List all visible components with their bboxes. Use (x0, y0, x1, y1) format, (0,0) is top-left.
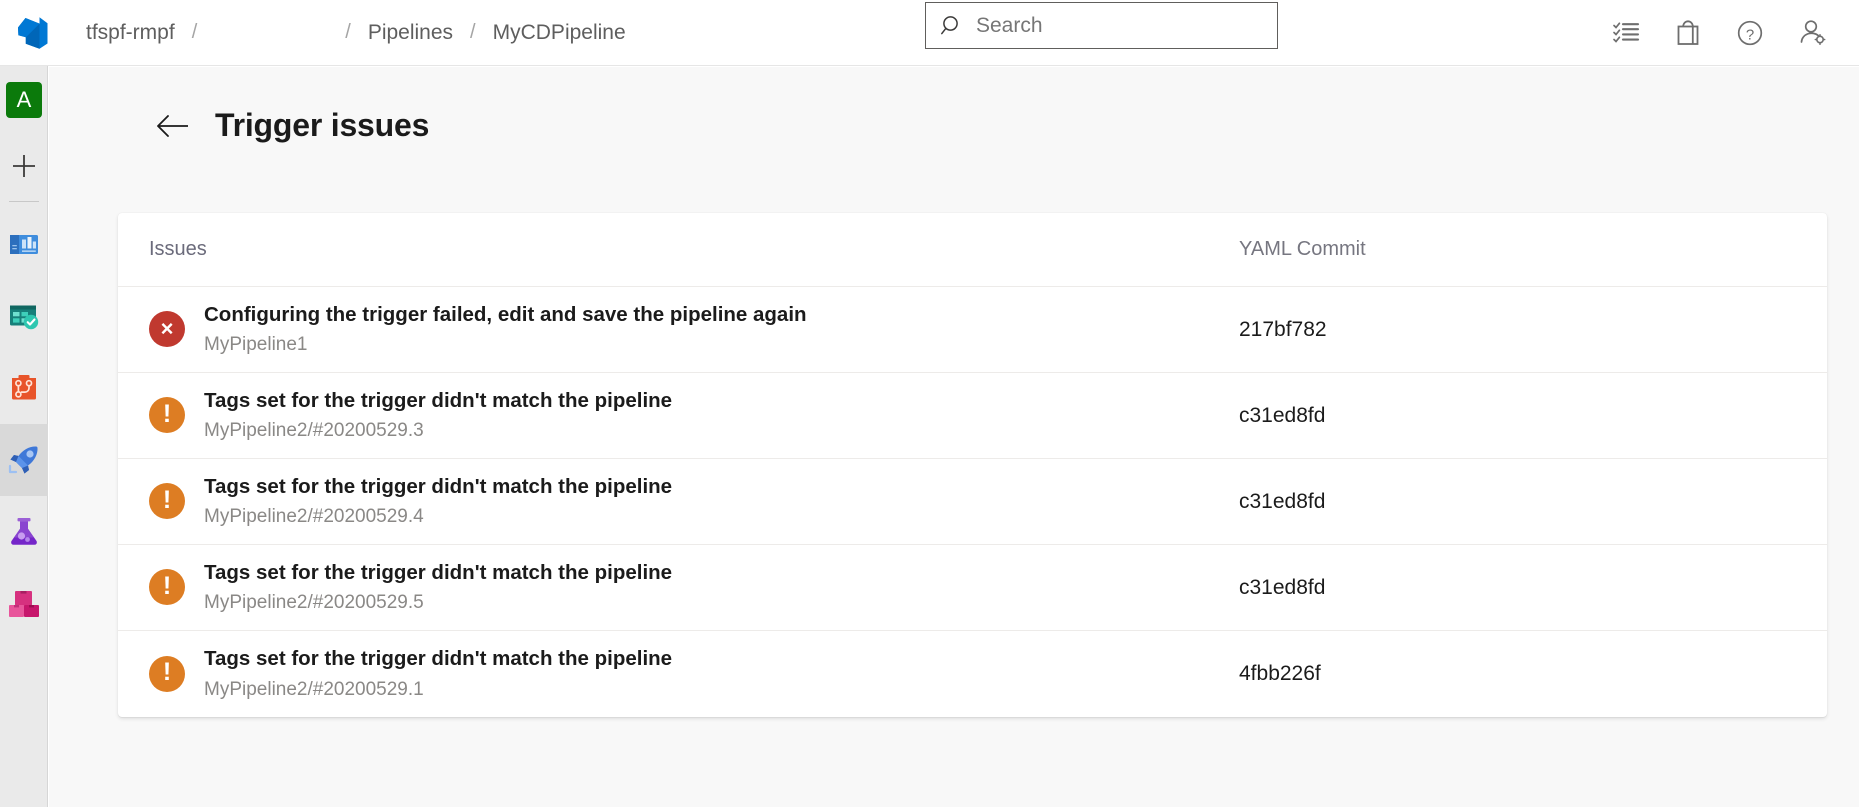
issue-pipeline-reference: MyPipeline2/#20200529.5 (204, 591, 672, 616)
sidebar-item-pipelines[interactable] (0, 424, 48, 496)
table-row[interactable]: ! Tags set for the trigger didn't match t… (118, 631, 1827, 717)
table-row[interactable]: ! Tags set for the trigger didn't match t… (118, 545, 1827, 631)
yaml-commit-cell: 4fbb226f (1215, 662, 1827, 686)
issue-text-group: Tags set for the trigger didn't match th… (204, 387, 672, 444)
pipelines-rocket-icon (6, 442, 42, 478)
test-plans-flask-icon (6, 514, 42, 550)
issue-cell: × Configuring the trigger failed, edit an… (149, 301, 1215, 358)
status-glyph: ! (163, 488, 171, 513)
table-row[interactable]: ! Tags set for the trigger didn't match t… (118, 459, 1827, 545)
project-initial: A (6, 82, 42, 118)
main-content-area: Trigger issues Issues YAML Commit × Confi… (49, 67, 1859, 807)
column-header-yaml-commit: YAML Commit (1215, 238, 1827, 261)
search-container (925, 2, 1278, 49)
user-settings-icon[interactable] (1781, 2, 1843, 64)
warning-status-icon: ! (149, 569, 185, 605)
issue-cell: ! Tags set for the trigger didn't match t… (149, 559, 1215, 616)
status-glyph: ! (163, 402, 171, 427)
issue-pipeline-reference: MyPipeline2/#20200529.4 (204, 505, 672, 530)
warning-status-icon: ! (149, 656, 185, 692)
issue-title: Tags set for the trigger didn't match th… (204, 473, 672, 501)
marketplace-bag-icon[interactable] (1657, 2, 1719, 64)
search-icon (940, 14, 966, 38)
breadcrumb-pipelines[interactable]: Pipelines (366, 21, 455, 45)
repos-icon (6, 370, 42, 406)
issue-text-group: Configuring the trigger failed, edit and… (204, 301, 807, 358)
overview-icon (6, 226, 42, 262)
issues-table-body: × Configuring the trigger failed, edit an… (118, 287, 1827, 717)
issue-text-group: Tags set for the trigger didn't match th… (204, 473, 672, 530)
issue-pipeline-reference: MyPipeline2/#20200529.3 (204, 419, 672, 444)
error-status-icon: × (149, 311, 185, 347)
work-items-icon[interactable] (1595, 2, 1657, 64)
sidebar-item-test-plans[interactable] (0, 496, 48, 568)
search-input[interactable] (974, 13, 1244, 39)
issue-pipeline-reference: MyPipeline1 (204, 333, 807, 358)
status-glyph: ! (163, 660, 171, 685)
issue-title: Tags set for the trigger didn't match th… (204, 559, 672, 587)
column-header-issues: Issues (149, 238, 1215, 261)
table-row[interactable]: × Configuring the trigger failed, edit an… (118, 287, 1827, 373)
project-avatar[interactable]: A (0, 66, 48, 134)
breadcrumb-org[interactable]: tfspf-rmpf (84, 21, 177, 45)
issue-title: Tags set for the trigger didn't match th… (204, 387, 672, 415)
top-navigation-bar: tfspf-rmpf / / Pipelines / MyCDPipeline (0, 0, 1859, 66)
breadcrumb-pipeline-name[interactable]: MyCDPipeline (491, 21, 628, 45)
warning-status-icon: ! (149, 397, 185, 433)
artifacts-boxes-icon (6, 586, 42, 622)
table-header-row: Issues YAML Commit (118, 213, 1827, 287)
yaml-commit-cell: c31ed8fd (1215, 490, 1827, 514)
page-header: Trigger issues (49, 67, 1859, 144)
status-glyph: ! (163, 574, 171, 599)
issue-text-group: Tags set for the trigger didn't match th… (204, 559, 672, 616)
azure-devops-logo-icon[interactable] (0, 0, 66, 66)
top-bar-icon-group: ? (1595, 0, 1843, 66)
table-row[interactable]: ! Tags set for the trigger didn't match t… (118, 373, 1827, 459)
yaml-commit-cell: c31ed8fd (1215, 404, 1827, 428)
issue-pipeline-reference: MyPipeline2/#20200529.1 (204, 678, 672, 703)
warning-status-icon: ! (149, 483, 185, 519)
sidebar-item-overview[interactable] (0, 208, 48, 280)
svg-text:?: ? (1746, 26, 1754, 43)
issue-cell: ! Tags set for the trigger didn't match t… (149, 473, 1215, 530)
breadcrumb: tfspf-rmpf / / Pipelines / MyCDPipeline (84, 0, 628, 66)
sidebar-item-repos[interactable] (0, 352, 48, 424)
sidebar-item-artifacts[interactable] (0, 568, 48, 640)
issue-cell: ! Tags set for the trigger didn't match t… (149, 645, 1215, 702)
status-glyph: × (161, 318, 174, 340)
issue-title: Tags set for the trigger didn't match th… (204, 645, 672, 673)
back-arrow-icon[interactable] (156, 109, 190, 143)
yaml-commit-cell: c31ed8fd (1215, 576, 1827, 600)
issue-cell: ! Tags set for the trigger didn't match t… (149, 387, 1215, 444)
issue-text-group: Tags set for the trigger didn't match th… (204, 645, 672, 702)
left-navigation-rail: A (0, 66, 48, 807)
page-title: Trigger issues (215, 107, 429, 144)
breadcrumb-separator-1: / (177, 21, 213, 44)
yaml-commit-cell: 217bf782 (1215, 318, 1827, 342)
search-box[interactable] (925, 2, 1278, 49)
sidebar-item-boards[interactable] (0, 280, 48, 352)
plus-icon (9, 151, 39, 181)
rail-divider (9, 201, 39, 202)
issues-card: Issues YAML Commit × Configuring the trig… (118, 213, 1827, 717)
create-new-button[interactable] (0, 134, 48, 198)
breadcrumb-separator-2: / (330, 21, 366, 44)
boards-icon (6, 298, 42, 334)
breadcrumb-separator-3: / (455, 21, 491, 44)
issue-title: Configuring the trigger failed, edit and… (204, 301, 807, 329)
help-question-icon[interactable]: ? (1719, 2, 1781, 64)
